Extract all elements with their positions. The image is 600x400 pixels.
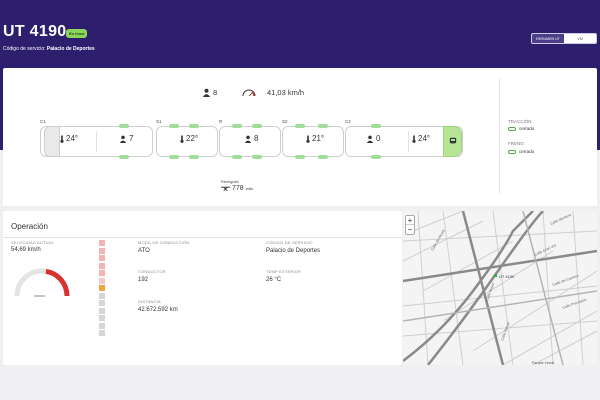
brake-title: FRENO	[508, 141, 524, 146]
map-panel[interactable]: UT 4190 Calle Montera Calle Gran Vía Cal…	[403, 211, 597, 365]
zoom-in-button[interactable]: +	[406, 216, 414, 225]
speed-label: VELOCIDAD ACTUAL	[11, 240, 54, 245]
level-segment	[99, 277, 105, 284]
r-passengers: 8	[244, 134, 258, 143]
person-icon	[119, 135, 127, 143]
level-segment	[99, 307, 105, 314]
temp-value: 26 °C	[266, 277, 282, 283]
person-icon	[202, 88, 211, 97]
cab-c1	[44, 126, 60, 157]
r-passengers-value: 8	[254, 134, 259, 143]
c2-temp-value: 24°	[418, 134, 431, 143]
distance-value: 42.672.592 km	[138, 307, 178, 313]
s1-temp: 22°	[180, 134, 198, 143]
s2-temp: 21°	[306, 134, 324, 143]
car-label-r: R	[219, 119, 223, 124]
pantograph-icon	[221, 186, 230, 191]
cab-c2-active[interactable]	[443, 126, 462, 157]
speed-value: 54,69 km/h	[11, 247, 41, 253]
map-zoom-control: + −	[405, 215, 415, 235]
person-icon	[366, 135, 374, 143]
tab-resumen-ut[interactable]: RESUMEN UT	[532, 34, 564, 43]
c1-temp: 24°	[60, 134, 78, 143]
service-code-value: Palacio de Deportes	[266, 248, 321, 254]
c2-passengers-value: 0	[376, 134, 381, 143]
pantograph-value: 778	[232, 185, 244, 192]
pantograph-label: Pantógrafo	[221, 180, 239, 184]
level-segment	[99, 322, 105, 329]
person-icon	[244, 135, 252, 143]
level-segment	[99, 255, 105, 261]
c1-passengers: 7	[119, 134, 133, 143]
level-segment	[99, 240, 105, 246]
traction-value: cerrado	[519, 126, 535, 131]
thermometer-icon	[60, 135, 64, 143]
speed-gauge	[14, 268, 70, 297]
driver-value: 192	[138, 277, 149, 283]
passenger-total: 8	[202, 88, 217, 97]
brake-status: cerrado	[508, 149, 534, 154]
level-segment	[99, 285, 105, 291]
car-label-c1: C1	[40, 119, 46, 124]
s2-temp-value: 21°	[312, 134, 325, 143]
zoom-out-button[interactable]: −	[406, 225, 414, 234]
c2-passengers: 0	[366, 134, 380, 143]
view-tabs: RESUMEN UT VM	[531, 33, 597, 44]
speed-total-value: 41,03 km/h	[267, 88, 305, 97]
car-label-s1: S1	[156, 119, 162, 124]
driver-label: CONDUCTOR	[138, 269, 166, 274]
traction-title: TRACCIÓN	[508, 119, 532, 124]
brake-value: cerrado	[519, 149, 535, 154]
level-segment	[99, 247, 105, 254]
thermometer-icon	[306, 135, 310, 143]
pantograph-readout: Pantógrafo 778 volts	[221, 180, 253, 192]
speed-total: 41,03 km/h	[241, 88, 304, 97]
level-segment	[99, 315, 105, 321]
train-marker-label: UT 4190	[499, 274, 515, 279]
toggle-icon	[508, 126, 516, 131]
service-label: Código de servicio:	[3, 46, 46, 52]
s1-temp-value: 22°	[186, 134, 199, 143]
train-panel: 8 41,03 km/h C1 S1 R S2 C2 24° 7 22° 8 2…	[3, 68, 597, 206]
c1-temp-value: 24°	[66, 134, 79, 143]
traction-status: cerrado	[508, 126, 534, 131]
service-code-label: CÓDIGO DE SERVICIO	[266, 240, 313, 245]
tab-vm[interactable]: VM	[564, 34, 596, 43]
service-value: Palacio de Deportes	[46, 46, 95, 52]
operation-panel: Operación VELOCIDAD ACTUAL 54,69 km/h MO…	[3, 211, 402, 365]
car-label-s2: S2	[282, 119, 288, 124]
street-map[interactable]: UT 4190 Calle Montera Calle Gran Vía Cal…	[403, 211, 597, 365]
level-segment	[99, 262, 105, 269]
status-badge: En línea	[66, 29, 88, 38]
thermometer-icon	[412, 135, 416, 143]
map-attribution: Parque Lineal	[532, 361, 555, 365]
service-code-line: Código de servicio: Palacio de Deportes	[3, 46, 95, 52]
mode-value: ATO	[138, 248, 150, 254]
passenger-total-value: 8	[213, 88, 218, 97]
unit-title: UT 4190	[3, 23, 67, 40]
speedometer-icon	[242, 89, 256, 97]
distance-label: DISTANCIA	[138, 299, 161, 304]
c2-temp: 24°	[412, 134, 430, 143]
train-front-icon	[449, 137, 457, 144]
level-segment	[99, 270, 105, 276]
mode-label: MODO DE CONDUCCIÓN	[138, 240, 190, 245]
level-segment	[99, 300, 105, 306]
thermometer-icon	[180, 135, 184, 143]
temp-label: TEMP EXTERIOR	[266, 269, 302, 274]
car-label-c2: C2	[345, 119, 351, 124]
c1-passengers-value: 7	[129, 134, 134, 143]
level-segment	[99, 330, 105, 336]
level-segment	[99, 292, 105, 299]
pantograph-unit: volts	[245, 186, 254, 191]
toggle-icon	[508, 149, 516, 154]
operation-title: Operación	[11, 222, 48, 231]
